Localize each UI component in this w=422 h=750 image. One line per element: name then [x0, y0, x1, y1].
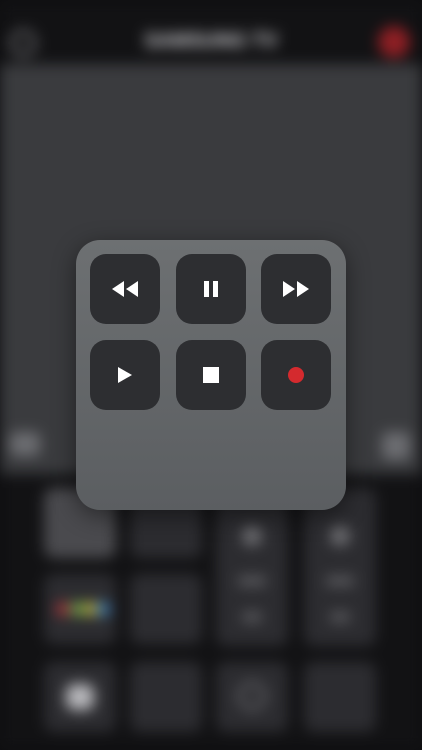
keypad-button	[130, 662, 202, 732]
keypad-button	[216, 662, 288, 732]
fast-forward-button[interactable]	[261, 254, 331, 324]
keypad-button	[44, 662, 116, 732]
right-control-icon	[382, 432, 410, 460]
keypad-button	[304, 662, 376, 732]
power-icon	[378, 26, 410, 58]
page-title: SAMSUNG TV	[144, 30, 278, 52]
color-keys-button	[44, 574, 116, 644]
keypad-button	[130, 574, 202, 644]
record-button[interactable]	[261, 340, 331, 410]
pause-button[interactable]	[176, 254, 246, 324]
screen: SAMSUNG TV	[0, 0, 422, 750]
rewind-button[interactable]	[90, 254, 160, 324]
back-icon	[10, 30, 36, 56]
volume-rocker	[216, 488, 288, 646]
keypad-area	[0, 474, 422, 750]
stop-button[interactable]	[176, 340, 246, 410]
left-control-icon	[10, 432, 40, 456]
fast-forward-icon	[283, 281, 309, 297]
record-icon	[288, 367, 304, 383]
play-icon	[118, 367, 132, 383]
playback-controls-panel	[76, 240, 346, 510]
rewind-icon	[112, 281, 138, 297]
channel-rocker	[304, 488, 376, 646]
stop-icon	[203, 367, 219, 383]
play-button[interactable]	[90, 340, 160, 410]
pause-icon	[204, 281, 218, 297]
